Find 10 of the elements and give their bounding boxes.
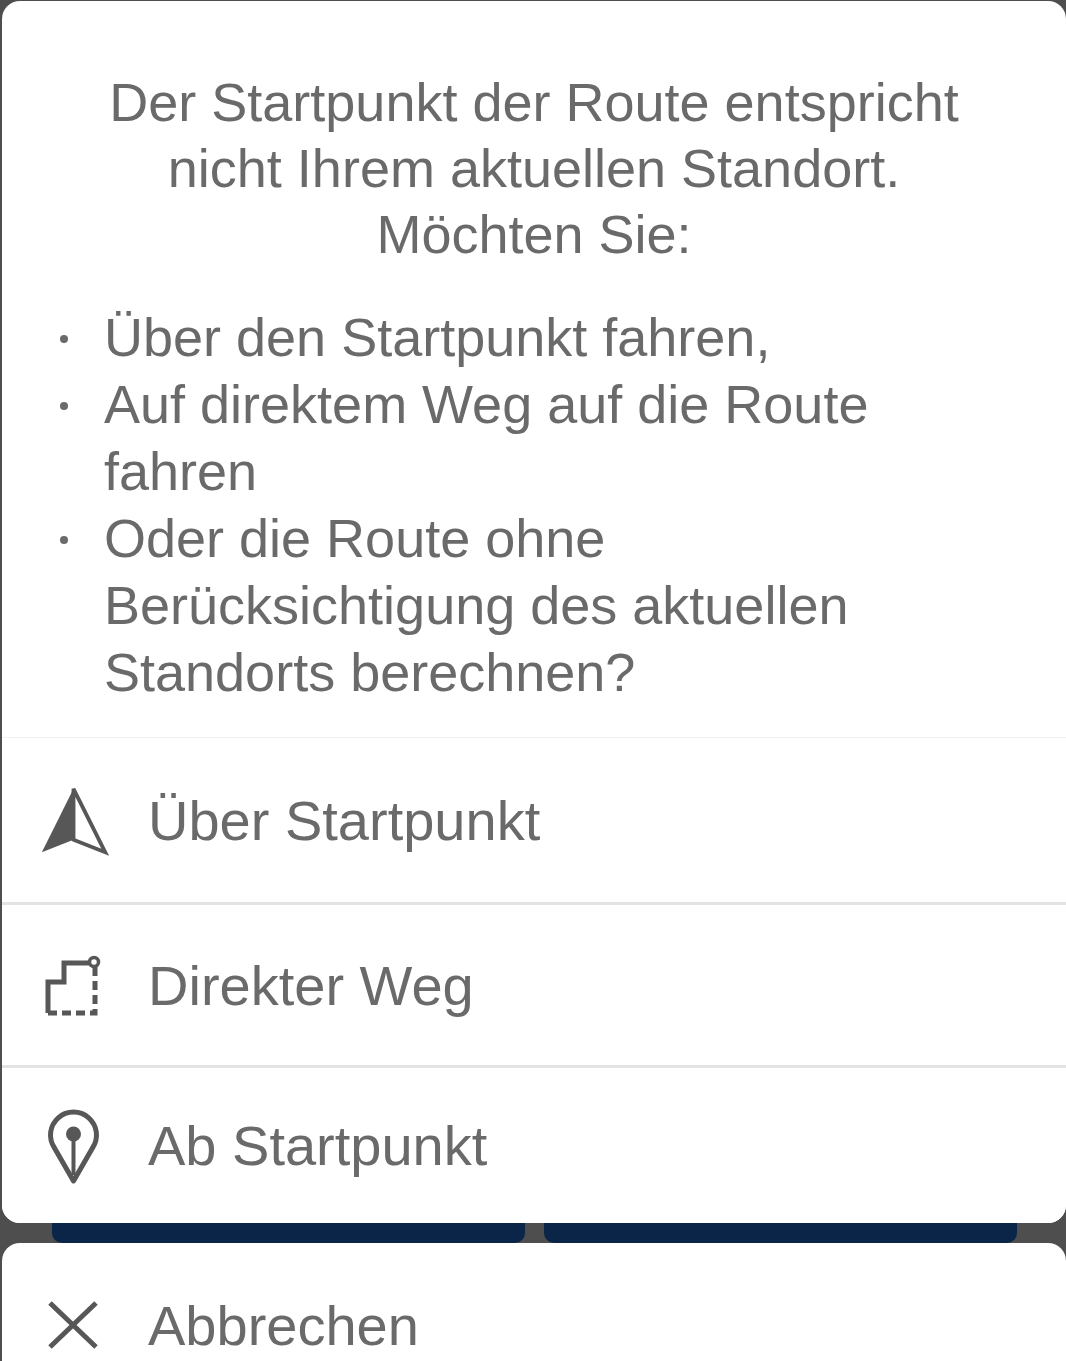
cancel-button[interactable]: Abbrechen bbox=[2, 1243, 1066, 1361]
message-text: Der Startpunkt der Route entspricht nicht Ihrem aktuellen Standort. Möchten Sie: bbox=[108, 71, 960, 266]
bullet-icon bbox=[60, 402, 68, 410]
bullet-text: Auf direktem Weg auf die Route fahren bbox=[104, 373, 870, 503]
bullet-text: Über den Startpunkt fahren, bbox=[104, 306, 772, 369]
bullet-icon bbox=[60, 536, 68, 544]
route-icon bbox=[44, 954, 102, 1016]
bullet-icon bbox=[60, 335, 68, 343]
close-icon bbox=[47, 1301, 99, 1349]
bullet-text: Oder die Route ohne Berücksichtigung des aktuellen Standorts berechnen? bbox=[104, 507, 850, 704]
